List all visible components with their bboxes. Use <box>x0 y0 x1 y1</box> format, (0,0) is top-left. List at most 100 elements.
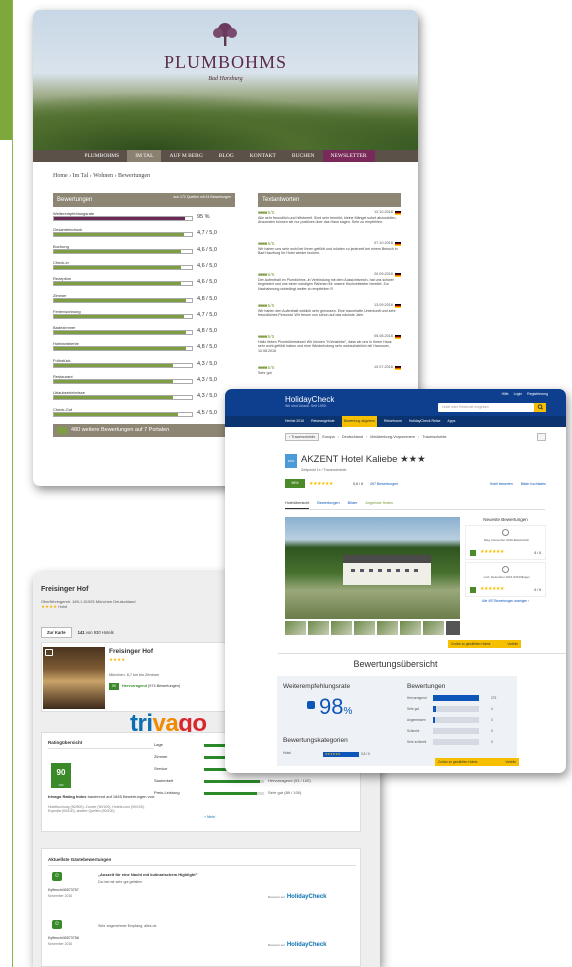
sun-rating: ★★★★★★ <box>480 549 504 555</box>
award-badge: 2016 <box>285 454 297 468</box>
guest-review: ☺ Kyffenchl40573757 November 2016 „Auszeit … <box>48 872 358 912</box>
rating-row: Urlaubserlebnisse 4,3 / 5,0 <box>53 390 235 401</box>
thumbnail[interactable] <box>331 621 352 635</box>
text-reviews-header: Textantworten <box>258 193 401 207</box>
recommend-label: Weiterempfehlungsrate <box>283 683 351 690</box>
recommend-value: 98% <box>319 694 353 719</box>
more-reviews-button[interactable]: 480 weitere Bewertungen auf 7 Portalen <box>53 424 235 437</box>
breadcrumb-item[interactable]: Europa <box>322 435 334 439</box>
nav-item[interactable]: PLUMBOHMS <box>76 150 127 162</box>
photo-strip <box>285 621 460 635</box>
breadcrumb-item[interactable]: Mecklenburg-Vorpommern <box>370 435 415 439</box>
compare-button[interactable]: Zurück zu gewählten Hotels Vorteile <box>448 640 521 648</box>
categories-label: Bewertungskategorien <box>283 737 348 744</box>
rating-value: 4,6 / 5,0 <box>197 279 217 286</box>
dist-bar-fill <box>433 717 436 723</box>
back-button[interactable]: ‹ Trauerscheide <box>285 433 320 441</box>
review-score: ■■■■ 5 / 5 <box>258 210 274 215</box>
tab[interactable]: Hotelübersicht <box>285 501 310 509</box>
review-dist-row: Schlecht 0 <box>407 728 517 736</box>
hotel-card[interactable]: Freisinger Hof ★★★★ München, 8,7 km bis … <box>41 642 231 712</box>
review-text: Alle sehr freundlich und hilfsbereit. Si… <box>258 216 397 225</box>
nav-item[interactable]: BUCHEN <box>284 150 323 162</box>
dist-label: Angemessen <box>407 718 426 722</box>
reviews-label: Bewertungen <box>407 683 446 690</box>
top-menu-item[interactable]: Registrierung <box>527 392 548 396</box>
review-date: 05.08.2016 <box>373 334 393 338</box>
review-score: ■■■■ 5 / 5 <box>258 334 274 339</box>
action-link[interactable]: Bilder hochladen <box>521 482 546 486</box>
nav-item[interactable]: NEWSLETTER <box>322 150 375 162</box>
all-reviews-link[interactable]: Alle 497 Bewertungen anzeigen › <box>465 599 546 603</box>
review-card[interactable]: Mag. Dezember 2016 Elwicknisch ★★★★★★ 6 / … <box>465 525 546 560</box>
breadcrumb-item[interactable]: Trauerscheide <box>422 435 446 439</box>
nav-item[interactable]: Reiseangebote <box>311 416 335 427</box>
nav-item[interactable]: Apps <box>447 416 455 427</box>
tab[interactable]: Bewertungen <box>317 501 339 509</box>
review-card[interactable]: Lutz, Dezember 2016 SONNEngel ★★★★★★ 6 / 6 <box>465 562 546 597</box>
rating-bar-fill <box>54 363 173 367</box>
thumbs-up-icon <box>307 701 315 709</box>
review-text: Wir haben uns sehr wohl bei Ihnen gefühl… <box>258 247 398 256</box>
more-link[interactable]: + Mehr <box>204 815 215 819</box>
tab[interactable]: Angebote finden <box>365 501 393 509</box>
nav-item[interactable]: AUF M BERG <box>161 150 210 162</box>
accent-bar <box>0 0 12 140</box>
card-hotel-name: Freisinger Hof <box>109 648 154 655</box>
search-input[interactable]: Hotel oder Reiseziel eingeben <box>438 403 534 412</box>
nav-item[interactable]: Bewertung abgeben <box>341 416 377 427</box>
rating: 6 / 6 <box>534 588 541 592</box>
nav-item[interactable]: BLOG <box>211 150 242 162</box>
map-button[interactable]: Zur Karte <box>41 627 72 638</box>
hotel-photo[interactable] <box>285 517 460 619</box>
review-dist-row: Sehr gut 4 <box>407 706 517 714</box>
action-link[interactable]: Hotel bewerten <box>490 482 513 486</box>
breadcrumb-item[interactable]: Deutschland <box>342 435 363 439</box>
thumbnail[interactable] <box>400 621 421 635</box>
nav-item[interactable]: Herbst 2016 <box>285 416 304 427</box>
dist-bar <box>433 739 479 745</box>
rating-row: Hotelambiente 4,8 / 5,0 <box>53 341 235 352</box>
breadcrumb-separator: › <box>366 435 368 439</box>
rating-bar-fill <box>54 282 181 286</box>
rating-row: Badezimmer 4,8 / 5,0 <box>53 325 235 336</box>
rating-row: Buchung 4,6 / 5,0 <box>53 244 235 255</box>
camera-icon[interactable] <box>446 621 460 635</box>
thumbnail[interactable] <box>354 621 375 635</box>
thumbnail[interactable] <box>377 621 398 635</box>
thumbnail[interactable] <box>308 621 329 635</box>
dist-label: Hervorragend <box>407 696 427 700</box>
dist-label: Sehr gut <box>407 707 420 711</box>
rating-bar <box>53 297 193 303</box>
tab[interactable]: Bilder <box>348 501 358 509</box>
search-button[interactable] <box>534 403 546 412</box>
thumbnail[interactable] <box>423 621 444 635</box>
smiley-icon: ☺ <box>52 920 62 929</box>
review-score: ■■■■ 5 / 5 <box>258 303 274 308</box>
dist-label: Schlecht <box>407 729 420 733</box>
user-icon <box>502 529 509 536</box>
top-menu-item[interactable]: Hilfe <box>502 392 509 396</box>
review-count-link[interactable]: 497 Bewertungen <box>370 482 398 486</box>
hc-logo[interactable]: HolidayCheck Wir sind Urlaub. Seit 1999. <box>285 395 334 408</box>
nav-item[interactable]: Reiseforum <box>384 416 402 427</box>
print-icon[interactable] <box>537 433 546 441</box>
rating-bar-fill <box>54 396 173 400</box>
top-menu: Hilfe Login Registrierung <box>502 392 548 396</box>
rating-bar-fill <box>54 331 187 335</box>
reviewer: Mag. Dezember 2016 Elwicknisch <box>483 538 530 542</box>
nav-item[interactable]: HolidayCheck Reise <box>409 416 441 427</box>
rating-value: 4,5 / 5,0 <box>197 409 217 416</box>
rating-bar <box>53 362 193 368</box>
rating: 6 / 6 <box>534 551 541 555</box>
thumbnail[interactable] <box>285 621 306 635</box>
dist-bar <box>433 717 479 723</box>
top-menu-item[interactable]: Login <box>514 392 523 396</box>
rating-bar <box>53 411 193 417</box>
compare-button-2[interactable]: Zurück zu gewählten Hotels Vorteile <box>435 758 519 766</box>
rating-bar-fill <box>54 380 173 383</box>
nav-item[interactable]: KONTAKT <box>242 150 284 162</box>
nav-item[interactable]: IM TAL <box>127 150 162 162</box>
rating-sources: Hotelbuchung (90/500), Zoover (90/100), … <box>48 805 145 814</box>
reviewer-name: Kyffenchl40573758 <box>48 936 79 940</box>
